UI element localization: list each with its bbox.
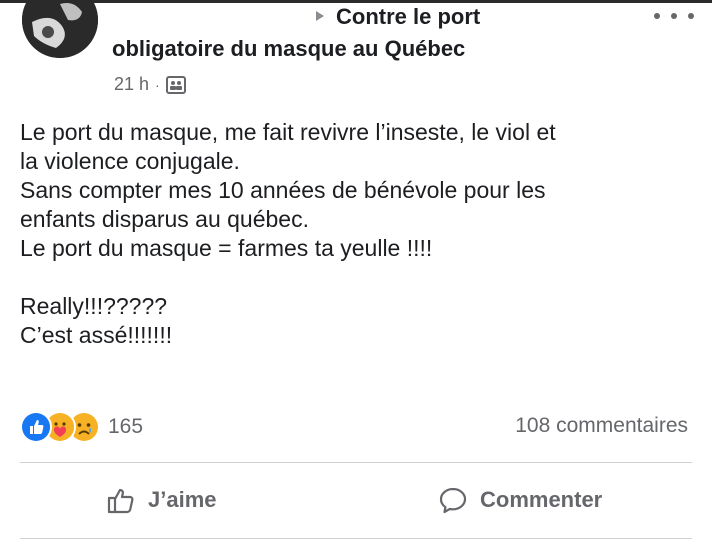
- like-label: J’aime: [148, 487, 217, 512]
- reaction-icons: [20, 411, 100, 443]
- reactions-summary[interactable]: 165: [20, 410, 143, 444]
- meta-separator: ·: [155, 76, 160, 93]
- group-link[interactable]: Contre le port: [316, 4, 480, 30]
- post-text: Le port du masque, me fait revivre l’ins…: [20, 118, 692, 350]
- more-dots-icon: [654, 13, 660, 19]
- post-line: Le port du masque, me fait revivre l’ins…: [20, 119, 556, 145]
- top-border: [0, 0, 712, 3]
- like-button[interactable]: J’aime: [106, 478, 217, 522]
- caret-right-icon: [316, 11, 324, 21]
- post-line: Really!!!?????: [20, 293, 168, 319]
- comments-count[interactable]: 108 commentaires: [515, 414, 688, 438]
- post-line: C’est assé!!!!!!!: [20, 322, 173, 348]
- post-line: Sans compter mes 10 années de bénévole p…: [20, 177, 546, 203]
- post-timestamp[interactable]: 21 h: [114, 74, 149, 95]
- group-name-continued[interactable]: obligatoire du masque au Québec: [112, 36, 465, 62]
- post-line: la violence conjugale.: [20, 148, 240, 174]
- more-options-button[interactable]: [654, 8, 694, 24]
- post-meta: 21 h ·: [114, 74, 186, 95]
- author-avatar[interactable]: [22, 0, 98, 58]
- more-dots-icon: [688, 13, 694, 19]
- divider: [20, 538, 692, 539]
- post-line-blank: [20, 263, 692, 292]
- divider: [20, 462, 692, 463]
- comment-label: Commenter: [480, 487, 603, 512]
- members-icon[interactable]: [165, 75, 186, 94]
- thumbs-up-icon: [106, 485, 136, 515]
- post-line: Le port du masque = farmes ta yeulle !!!…: [20, 235, 433, 261]
- group-name[interactable]: Contre le port: [336, 4, 480, 29]
- reaction-count[interactable]: 165: [108, 415, 143, 439]
- comment-button[interactable]: Commenter: [438, 478, 602, 522]
- more-dots-icon: [671, 13, 677, 19]
- post-line: enfants disparus au québec.: [20, 206, 309, 232]
- avatar-image: [22, 0, 98, 58]
- like-reaction-icon: [20, 411, 52, 443]
- comment-bubble-icon: [438, 485, 468, 515]
